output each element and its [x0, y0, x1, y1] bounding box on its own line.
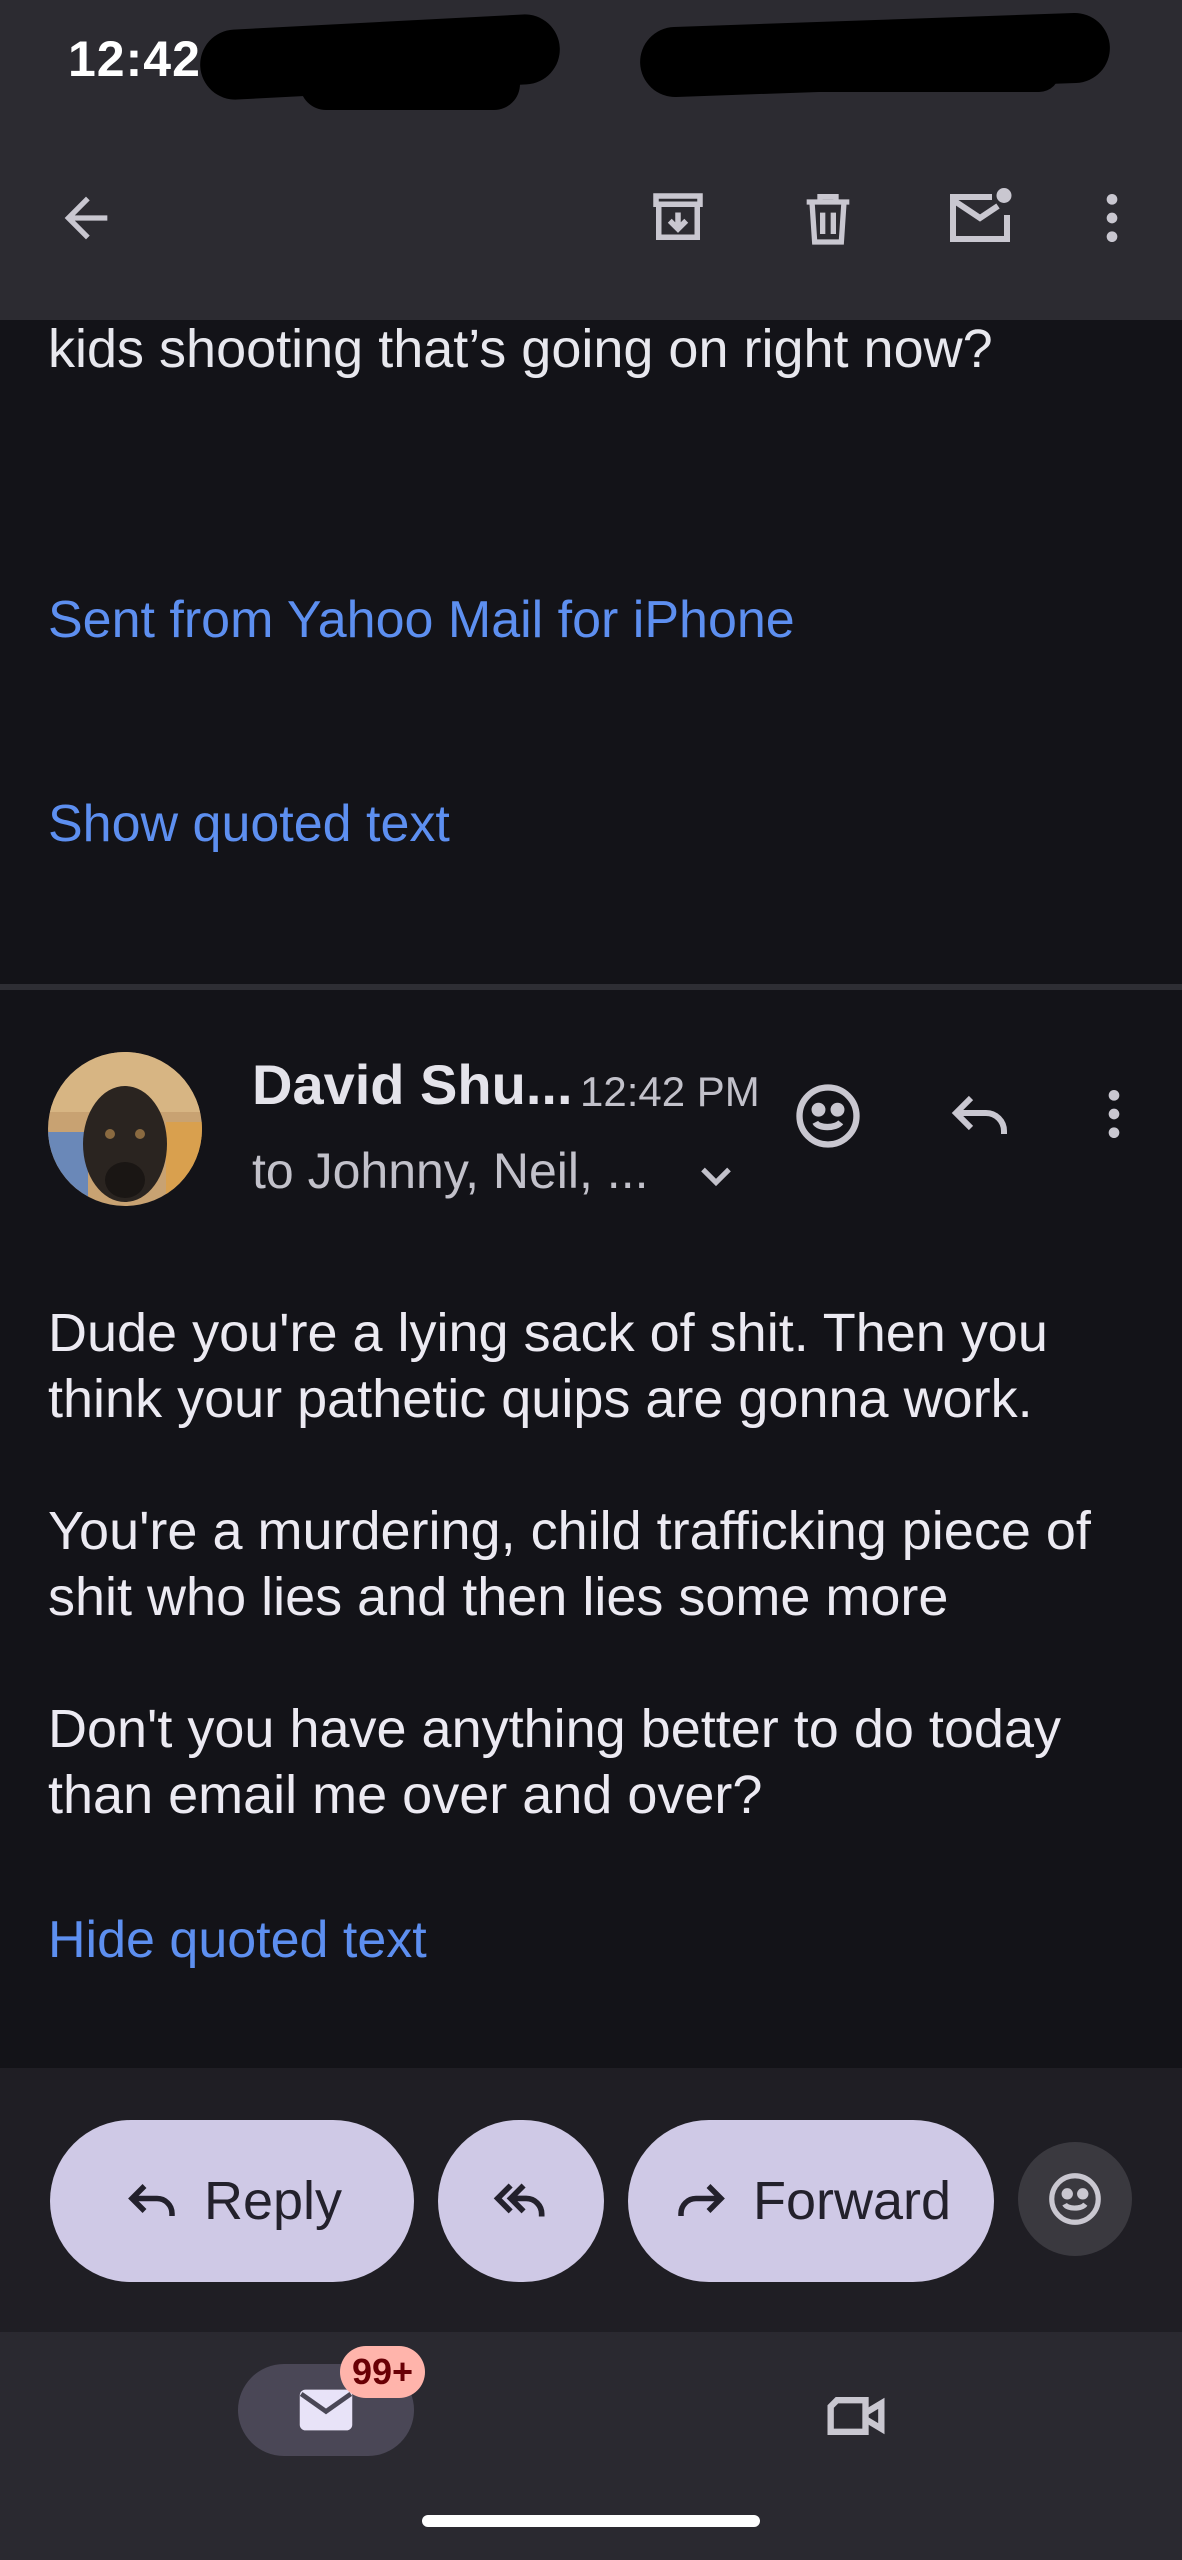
- redaction-left-2: [300, 58, 520, 110]
- emoji-icon: [1049, 2173, 1101, 2225]
- recipients[interactable]: to Johnny, Neil, ...: [252, 1142, 648, 1200]
- more-vert-icon[interactable]: [1062, 168, 1162, 268]
- reply-all-icon: [493, 2183, 545, 2217]
- redaction-right-2: [680, 50, 1060, 92]
- sender-name[interactable]: David Shu...: [252, 1052, 573, 1117]
- delete-icon[interactable]: [778, 168, 878, 268]
- forward-label: Forward: [752, 2171, 952, 2231]
- hide-quoted-text-link[interactable]: Hide quoted text: [48, 1910, 427, 1970]
- body-paragraph: Dude you're a lying sack of shit. Then y…: [48, 1303, 1048, 1429]
- chevron-down-icon[interactable]: [690, 1150, 742, 1207]
- message-time: 12:42 PM: [580, 1068, 760, 1115]
- avatar[interactable]: [48, 1052, 202, 1206]
- back-arrow-icon[interactable]: [36, 168, 136, 268]
- unread-badge: 99+: [340, 2346, 426, 2398]
- emoji-reaction-button[interactable]: [1018, 2142, 1132, 2256]
- home-indicator: [422, 2515, 760, 2527]
- message-body-tail: kids shooting that’s going on right now?: [48, 319, 993, 379]
- message-body: Dude you're a lying sack of shit. Then y…: [48, 1300, 1138, 1894]
- forward-icon: [678, 2184, 725, 2216]
- reply-icon: [128, 2184, 175, 2216]
- nav-meet-tab[interactable]: [808, 2368, 904, 2464]
- message-divider: [0, 984, 1182, 990]
- reply-icon[interactable]: [944, 1080, 1016, 1157]
- reply-button[interactable]: Reply: [50, 2120, 414, 2282]
- signature-link[interactable]: Sent from Yahoo Mail for iPhone: [48, 590, 795, 650]
- body-paragraph: You're a murdering, child trafficking pi…: [48, 1501, 1091, 1627]
- video-camera-icon: [827, 2397, 885, 2435]
- status-time: 12:42: [68, 31, 201, 87]
- message-more-icon[interactable]: [1082, 1082, 1146, 1151]
- show-quoted-text-link[interactable]: Show quoted text: [48, 794, 450, 854]
- archive-icon[interactable]: [628, 168, 728, 268]
- mark-unread-icon[interactable]: [930, 168, 1030, 268]
- body-paragraph: Don't you have anything better to do tod…: [48, 1699, 1062, 1825]
- add-reaction-icon[interactable]: [790, 1078, 866, 1159]
- reply-all-button[interactable]: [438, 2120, 604, 2282]
- reply-label: Reply: [203, 2171, 343, 2231]
- forward-button[interactable]: Forward: [628, 2120, 994, 2282]
